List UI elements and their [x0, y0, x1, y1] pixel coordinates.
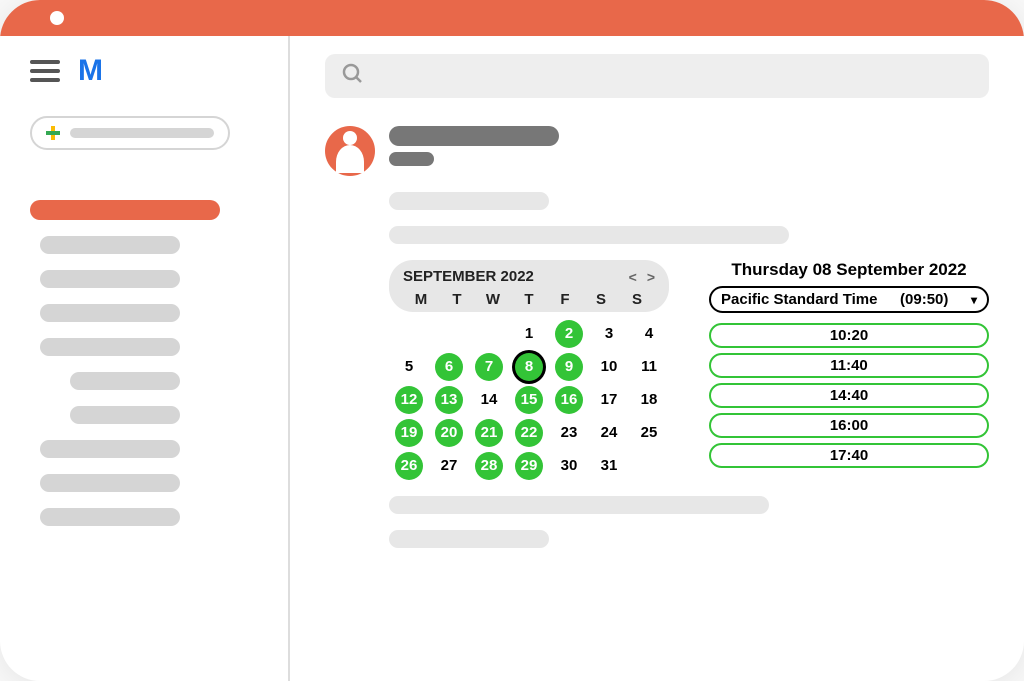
calendar-day[interactable]: 27	[435, 452, 463, 480]
sidebar-subitem[interactable]	[70, 406, 180, 424]
content-placeholder	[389, 496, 769, 514]
calendar-prev-button[interactable]: <	[629, 269, 637, 285]
calendar-day[interactable]: 5	[395, 353, 423, 381]
main-content: SEPTEMBER 2022 < > MTWTFSS 1234567891011…	[290, 36, 1024, 681]
calendar-day	[395, 320, 423, 348]
calendar-day	[435, 320, 463, 348]
avatar	[325, 126, 375, 176]
time-slot[interactable]: 17:40	[709, 443, 989, 468]
sidebar: M	[0, 36, 290, 681]
calendar-day[interactable]: 9	[555, 353, 583, 381]
time-slot[interactable]: 10:20	[709, 323, 989, 348]
calendar-day[interactable]: 7	[475, 353, 503, 381]
sidebar-item[interactable]	[40, 474, 180, 492]
calendar-nav: < >	[629, 269, 655, 285]
window-titlebar	[0, 0, 1024, 36]
calendar-day[interactable]: 13	[435, 386, 463, 414]
time-slot[interactable]: 16:00	[709, 413, 989, 438]
calendar-day[interactable]: 6	[435, 353, 463, 381]
calendar-day[interactable]: 17	[595, 386, 623, 414]
calendar-dow-cell: S	[583, 291, 619, 308]
calendar-dow-cell: T	[511, 291, 547, 308]
calendar-day[interactable]: 30	[555, 452, 583, 480]
calendar-day[interactable]: 15	[515, 386, 543, 414]
sidebar-top: M	[0, 54, 288, 88]
calendar-header: SEPTEMBER 2022 < > MTWTFSS	[389, 260, 669, 312]
calendar-day[interactable]: 10	[595, 353, 623, 381]
calendar-day[interactable]: 11	[635, 353, 663, 381]
time-slots: 10:20 11:40 14:40 16:00 17:40	[709, 323, 989, 468]
app-body: M	[0, 36, 1024, 681]
calendar-next-button[interactable]: >	[647, 269, 655, 285]
sidebar-item[interactable]	[40, 440, 180, 458]
calendar-dow-cell: M	[403, 291, 439, 308]
chevron-down-icon: ▾	[971, 293, 977, 307]
content-placeholder	[389, 530, 549, 548]
calendar: SEPTEMBER 2022 < > MTWTFSS 1234567891011…	[389, 260, 669, 480]
calendar-dow-cell: T	[439, 291, 475, 308]
sidebar-subitem[interactable]	[70, 372, 180, 390]
calendar-day[interactable]: 19	[395, 419, 423, 447]
calendar-day	[635, 452, 663, 480]
sidebar-item-active[interactable]	[30, 200, 220, 220]
timezone-select[interactable]: Pacific Standard Time (09:50) ▾	[709, 286, 989, 313]
calendar-day[interactable]: 28	[475, 452, 503, 480]
calendar-day[interactable]: 1	[515, 320, 543, 348]
calendar-grid: 1234567891011121314151617181920212223242…	[389, 320, 669, 480]
calendar-day[interactable]: 29	[515, 452, 543, 480]
calendar-dow-cell: S	[619, 291, 655, 308]
compose-placeholder	[70, 128, 214, 138]
plus-icon	[46, 126, 60, 140]
sidebar-item[interactable]	[40, 270, 180, 288]
calendar-day	[475, 320, 503, 348]
search-bar[interactable]	[325, 54, 989, 98]
sender-block	[389, 126, 559, 176]
window-control-dot[interactable]	[50, 11, 64, 25]
calendar-day[interactable]: 26	[395, 452, 423, 480]
calendar-day[interactable]: 20	[435, 419, 463, 447]
content-placeholder	[389, 226, 789, 244]
selected-date-label: Thursday 08 September 2022	[709, 260, 989, 280]
calendar-day[interactable]: 12	[395, 386, 423, 414]
sender-meta-placeholder	[389, 152, 434, 166]
calendar-month-label: SEPTEMBER 2022	[403, 268, 534, 285]
app-window: M	[0, 0, 1024, 681]
calendar-day[interactable]: 24	[595, 419, 623, 447]
calendar-day[interactable]: 23	[555, 419, 583, 447]
gmail-logo: M	[78, 54, 100, 88]
sidebar-item[interactable]	[40, 236, 180, 254]
sidebar-item[interactable]	[40, 338, 180, 356]
scheduler-widget: SEPTEMBER 2022 < > MTWTFSS 1234567891011…	[389, 260, 989, 480]
calendar-day[interactable]: 8	[515, 353, 543, 381]
time-slot[interactable]: 11:40	[709, 353, 989, 378]
calendar-dow-row: MTWTFSS	[403, 291, 655, 308]
time-slot[interactable]: 14:40	[709, 383, 989, 408]
compose-button[interactable]	[30, 116, 230, 150]
timezone-name: Pacific Standard Time	[721, 291, 877, 308]
calendar-day[interactable]: 3	[595, 320, 623, 348]
timezone-time: (09:50)	[900, 291, 948, 308]
calendar-day[interactable]: 22	[515, 419, 543, 447]
calendar-day[interactable]: 2	[555, 320, 583, 348]
menu-icon[interactable]	[30, 60, 60, 82]
content-placeholder	[389, 192, 549, 210]
sidebar-item[interactable]	[40, 304, 180, 322]
calendar-day[interactable]: 18	[635, 386, 663, 414]
calendar-day[interactable]: 4	[635, 320, 663, 348]
calendar-day[interactable]: 21	[475, 419, 503, 447]
email-header	[325, 126, 989, 176]
search-icon	[341, 62, 365, 91]
sidebar-item[interactable]	[40, 508, 180, 526]
calendar-day[interactable]: 16	[555, 386, 583, 414]
sender-name-placeholder	[389, 126, 559, 146]
time-picker: Thursday 08 September 2022 Pacific Stand…	[709, 260, 989, 480]
email-content: SEPTEMBER 2022 < > MTWTFSS 1234567891011…	[325, 192, 989, 548]
calendar-dow-cell: W	[475, 291, 511, 308]
calendar-dow-cell: F	[547, 291, 583, 308]
calendar-day[interactable]: 31	[595, 452, 623, 480]
calendar-day[interactable]: 14	[475, 386, 503, 414]
calendar-day[interactable]: 25	[635, 419, 663, 447]
